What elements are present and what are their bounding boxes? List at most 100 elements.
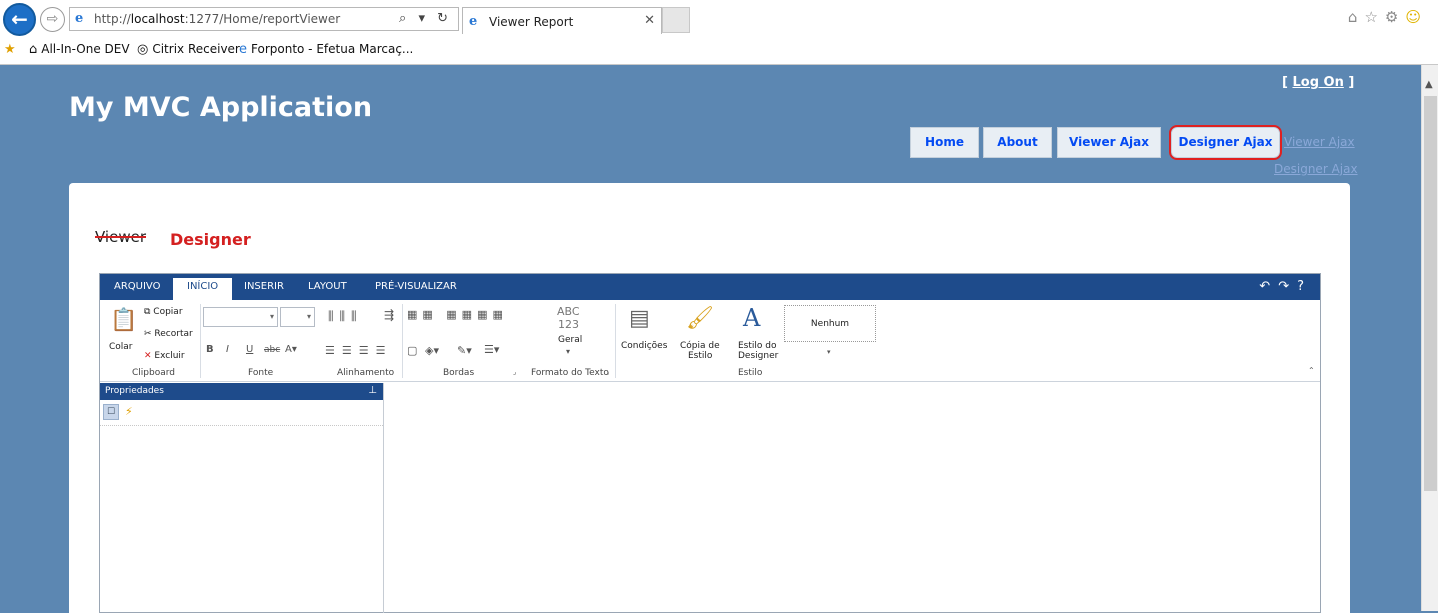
underline-icon[interactable]: U [246,344,253,355]
address-bar[interactable]: e http://localhost:1277/Home/reportViewe… [69,7,459,31]
viewer-label: Viewer [95,228,146,246]
ribbon-tabs: ARQUIVO INÍCIO INSERIR LAYOUT PRÉ-VISUAL… [100,274,1320,300]
close-tab-icon[interactable]: ✕ [644,13,655,28]
browser-chrome: ← ⇨ e http://localhost:1277/Home/reportV… [0,0,1438,65]
redo-icon[interactable]: ↷ [1278,279,1297,294]
forward-button[interactable]: ⇨ [40,7,65,32]
favorite-all-in-one[interactable]: ⌂ All-In-One DEV [29,42,130,57]
paste-button[interactable]: Colar [109,342,133,352]
logon-link[interactable]: Log On [1292,75,1343,90]
designer-style-line2[interactable]: Designer [738,351,778,361]
text-format-value[interactable]: Geral [558,335,582,345]
bold-icon[interactable]: B [206,344,214,355]
help-icon[interactable]: ? [1297,279,1312,294]
style-gallery[interactable]: Nenhum [784,305,876,342]
home-icon[interactable]: ⌂ [1348,8,1365,26]
fill-color-icon[interactable]: ◈▾ [425,344,439,357]
new-tab-button[interactable] [662,7,690,33]
favorites-star-add-icon[interactable]: ★ [4,42,20,57]
border-color-icon[interactable]: ✎▾ [457,344,472,357]
events-lightning-icon[interactable]: ⚡ [125,405,133,418]
strikethrough-icon[interactable]: abc [264,345,280,355]
menu-designer-ajax[interactable]: Designer Ajax [1169,125,1282,160]
tab-inicio[interactable]: INÍCIO [173,278,233,300]
border-box-icon[interactable]: ▢ [407,344,417,357]
font-family-select[interactable]: ▾ [203,307,278,327]
abc-format-icon: ABC [557,305,580,318]
divider [402,304,403,378]
tab-layout[interactable]: LAYOUT [308,281,347,292]
undo-icon[interactable]: ↶ [1259,279,1278,294]
gear-icon[interactable]: ⚙ [1385,8,1405,26]
copy-button[interactable]: ⧉ Copiar [144,307,183,317]
link-viewer-ajax[interactable]: Viewer Ajax [1284,135,1355,149]
ie-page-icon: e [239,42,247,57]
delete-button[interactable]: ✕ Excluir [144,351,185,361]
copy-style-line1[interactable]: Cópia de [680,341,720,351]
home-icon: ⌂ [29,42,38,57]
wrap-text-icon[interactable]: ⇶ [384,308,394,322]
font-color-icon[interactable]: A▾ [285,344,297,355]
horizontal-align-icons[interactable]: ☰☰☰☰ [325,344,392,357]
tab-inserir[interactable]: INSERIR [244,281,284,292]
citrix-icon: ◎ [137,42,149,57]
ribbon-actions: ↶↷? [1259,279,1312,294]
borders-expand-icon[interactable]: ⌟ [513,368,516,376]
collapse-ribbon-icon[interactable]: ⌃ [1308,366,1315,375]
tab-pre-visualizar[interactable]: PRÉ-VISUALIZAR [375,281,457,292]
format-painter-icon[interactable]: 🖌 [686,306,714,331]
style-gallery-dropdown-icon[interactable]: ▾ [827,348,831,356]
border-style-icon[interactable]: ☰▾ [484,343,499,356]
properties-title: Propriedades [105,386,164,396]
smiley-icon[interactable]: ☺ [1405,8,1428,26]
font-group-label: Fonte [248,368,274,378]
paste-icon[interactable]: 📋 [110,308,137,333]
browser-tab[interactable]: e Viewer Report ✕ [462,7,662,34]
italic-icon[interactable]: I [226,344,229,355]
scroll-thumb[interactable] [1424,96,1437,491]
page-scrollbar[interactable]: ▲ [1421,65,1438,611]
properties-grid-icon[interactable]: ☐ [103,404,119,420]
address-url: http://localhost:1277/Home/reportViewer [94,12,341,26]
designer-label: Designer [170,230,251,249]
properties-header: Propriedades ⊥ [100,383,383,400]
vertical-align-icons[interactable]: ⫼⫼⫼ [328,309,363,324]
text-format-group-label: Formato do Texto [531,368,609,378]
designer-style-line1[interactable]: Estilo do [738,341,777,351]
back-button[interactable]: ← [3,3,36,36]
menu-viewer-ajax[interactable]: Viewer Ajax [1057,127,1161,158]
copy-style-line2[interactable]: Estilo [688,351,712,361]
ie-tab-icon: e [469,14,478,29]
copy-icon: ⧉ [144,307,154,317]
divider [200,304,201,378]
page-title: My MVC Application [69,92,373,123]
properties-panel: Propriedades ⊥ ☐ ⚡ [100,383,384,613]
delete-icon: ✕ [144,351,155,361]
address-tools[interactable]: ⌕ ▾ ↻ [399,11,452,26]
logon-area: [ Log On ] [1282,75,1355,90]
favorites-star-icon[interactable]: ☆ [1364,8,1384,26]
favorite-forponto[interactable]: e Forponto - Efetua Marcaç... [239,42,413,57]
conditions-button[interactable]: Condições [621,341,667,351]
menu-about[interactable]: About [983,127,1052,158]
text-format-dropdown-icon[interactable]: ▾ [566,347,570,356]
ie-icon: e [75,11,84,26]
link-designer-ajax[interactable]: Designer Ajax [1274,162,1358,176]
report-designer: ARQUIVO INÍCIO INSERIR LAYOUT PRÉ-VISUAL… [99,273,1321,613]
number-format-icon: 123 [558,318,579,331]
font-size-select[interactable]: ▾ [280,307,315,327]
borders-group-label: Bordas [443,368,475,378]
designer-style-icon[interactable]: A [743,304,760,332]
cut-button[interactable]: ✂ Recortar [144,329,193,339]
tab-arquivo[interactable]: ARQUIVO [114,281,160,292]
style-group-label: Estilo [738,368,763,378]
menu-home[interactable]: Home [910,127,979,158]
text-format-expand-icon[interactable]: ⌟ [606,368,609,376]
scissors-icon: ✂ [144,329,155,339]
scroll-up-icon[interactable]: ▲ [1425,79,1433,90]
favorites-bar: ★ ⌂ All-In-One DEV ◎ Citrix Receiver e Forp… [0,40,1438,64]
conditions-icon[interactable]: ▤ [629,306,650,331]
favorite-citrix[interactable]: ◎ Citrix Receiver [137,42,240,57]
border-icons[interactable]: ▦▦ ▦▦▦▦ [407,308,508,321]
pin-icon[interactable]: ⊥ [368,385,377,396]
